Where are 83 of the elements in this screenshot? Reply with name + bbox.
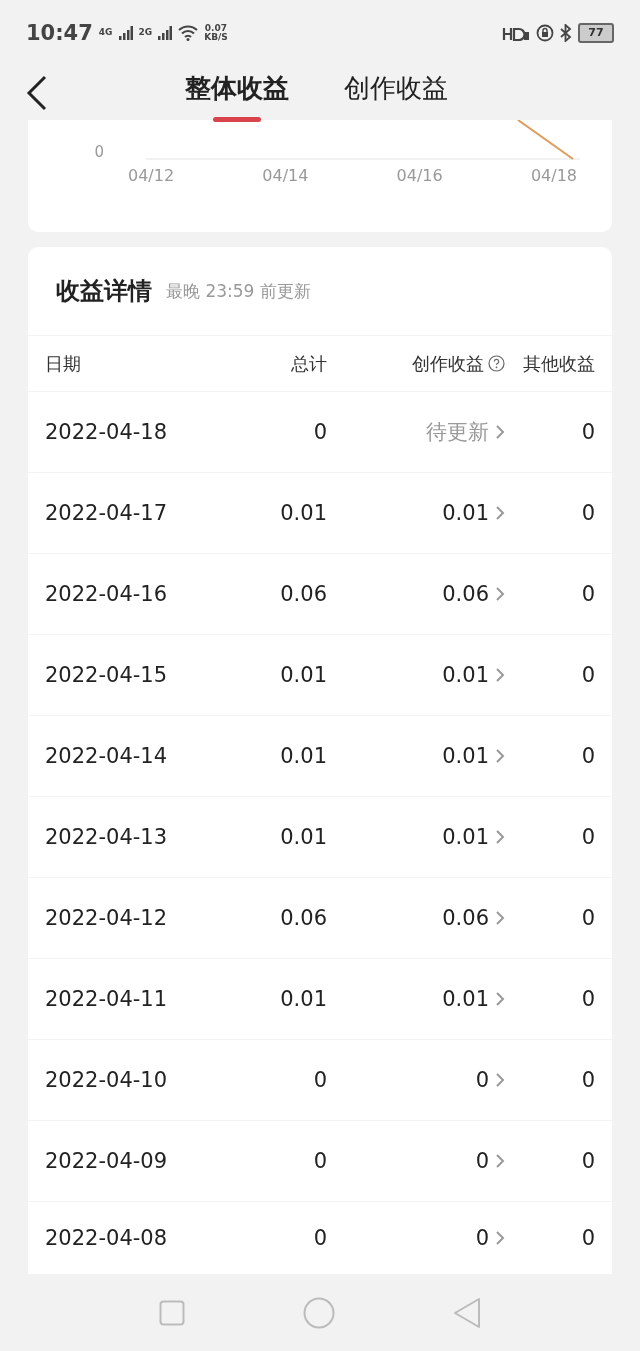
column-header: 其他收益 [523, 351, 595, 376]
total-cell: 0.01 [280, 744, 327, 768]
column-header: 日期 [45, 351, 81, 376]
total-cell: 0.01 [280, 663, 327, 687]
creation-earnings-link[interactable]: 0 [475, 1149, 505, 1173]
creation-earnings-link[interactable]: 0.01 [442, 744, 505, 768]
date-cell: 2022-04-16 [45, 582, 168, 606]
signal-icon [118, 25, 133, 40]
creation-earnings-link[interactable]: 0.01 [442, 501, 505, 525]
chevron-right-icon [495, 505, 505, 521]
other-cell: 0 [581, 663, 595, 687]
chevron-right-icon [495, 748, 505, 764]
axis-label: 04/16 [396, 166, 443, 187]
back-icon[interactable] [26, 75, 48, 111]
date-cell: 2022-04-09 [45, 1149, 168, 1173]
date-cell: 2022-04-14 [45, 744, 168, 768]
recent-apps-icon[interactable] [159, 1299, 185, 1326]
total-cell: 0 [313, 1226, 327, 1250]
chevron-right-icon [495, 1153, 505, 1169]
other-cell: 0 [581, 825, 595, 849]
date-cell: 2022-04-12 [45, 906, 168, 930]
axis-label: 04/12 [128, 166, 175, 187]
column-header: 创作收益 [412, 351, 505, 376]
date-cell: 2022-04-10 [45, 1068, 168, 1092]
home-icon[interactable] [303, 1296, 335, 1329]
total-cell: 0 [313, 1068, 327, 1092]
status-time: 10:47 [26, 20, 93, 45]
creation-earnings-link[interactable]: 0.01 [442, 987, 505, 1011]
date-cell: 2022-04-11 [45, 987, 168, 1011]
chevron-right-icon [495, 424, 505, 440]
creation-earnings-link[interactable]: 0 [475, 1226, 505, 1250]
date-cell: 2022-04-18 [45, 420, 168, 444]
help-icon[interactable] [488, 355, 505, 372]
chevron-right-icon [495, 991, 505, 1007]
network-type: 2G [138, 28, 153, 37]
chevron-right-icon [495, 1072, 505, 1088]
bluetooth-icon [560, 23, 572, 42]
chevron-right-icon [495, 910, 505, 926]
other-cell: 0 [581, 987, 595, 1011]
axis-label: 04/14 [262, 166, 309, 187]
tab[interactable]: 整体收益 [185, 71, 289, 114]
other-cell: 0 [581, 1068, 595, 1092]
lock-rotation-icon [536, 23, 554, 42]
axis-tick: 0 [94, 145, 104, 160]
battery-indicator: 77 [578, 22, 614, 43]
axis-label: 04/18 [530, 166, 577, 187]
date-cell: 2022-04-17 [45, 501, 168, 525]
signal-icon [158, 25, 173, 40]
other-cell: 0 [581, 420, 595, 444]
total-cell: 0.01 [280, 825, 327, 849]
tab-underline [213, 117, 261, 122]
creation-earnings-link[interactable]: 0 [475, 1068, 505, 1092]
total-cell: 0.06 [280, 582, 327, 606]
date-cell: 2022-04-13 [45, 825, 168, 849]
section-title: 收益详情 [56, 276, 152, 307]
other-cell: 0 [581, 1149, 595, 1173]
column-header: 总计 [291, 351, 327, 376]
creation-earnings-link[interactable]: 0.06 [442, 906, 505, 930]
chevron-right-icon [495, 667, 505, 683]
other-cell: 0 [581, 1226, 595, 1250]
creation-earnings-link[interactable]: 0.01 [442, 825, 505, 849]
update-note: 最晚 23:59 前更新 [166, 279, 311, 303]
total-cell: 0.06 [280, 906, 327, 930]
total-cell: 0 [313, 420, 327, 444]
date-cell: 2022-04-15 [45, 663, 168, 687]
chevron-right-icon [495, 829, 505, 845]
chevron-right-icon [495, 1230, 505, 1246]
other-cell: 0 [581, 744, 595, 768]
network-speed: 0.07 [204, 23, 228, 33]
total-cell: 0 [313, 1149, 327, 1173]
network-type: 4G [98, 28, 113, 37]
creation-earnings-link[interactable]: 0.01 [442, 663, 505, 687]
chevron-right-icon [495, 586, 505, 602]
other-cell: 0 [581, 906, 595, 930]
wifi-icon [178, 24, 199, 41]
speed-unit: KB/S [204, 32, 228, 42]
total-cell: 0.01 [280, 501, 327, 525]
total-cell: 0.01 [280, 987, 327, 1011]
creation-earnings-link[interactable]: 0.06 [442, 582, 505, 606]
other-cell: 0 [581, 501, 595, 525]
tab[interactable]: 创作收益 [344, 71, 448, 114]
date-cell: 2022-04-08 [45, 1226, 168, 1250]
other-cell: 0 [581, 582, 595, 606]
